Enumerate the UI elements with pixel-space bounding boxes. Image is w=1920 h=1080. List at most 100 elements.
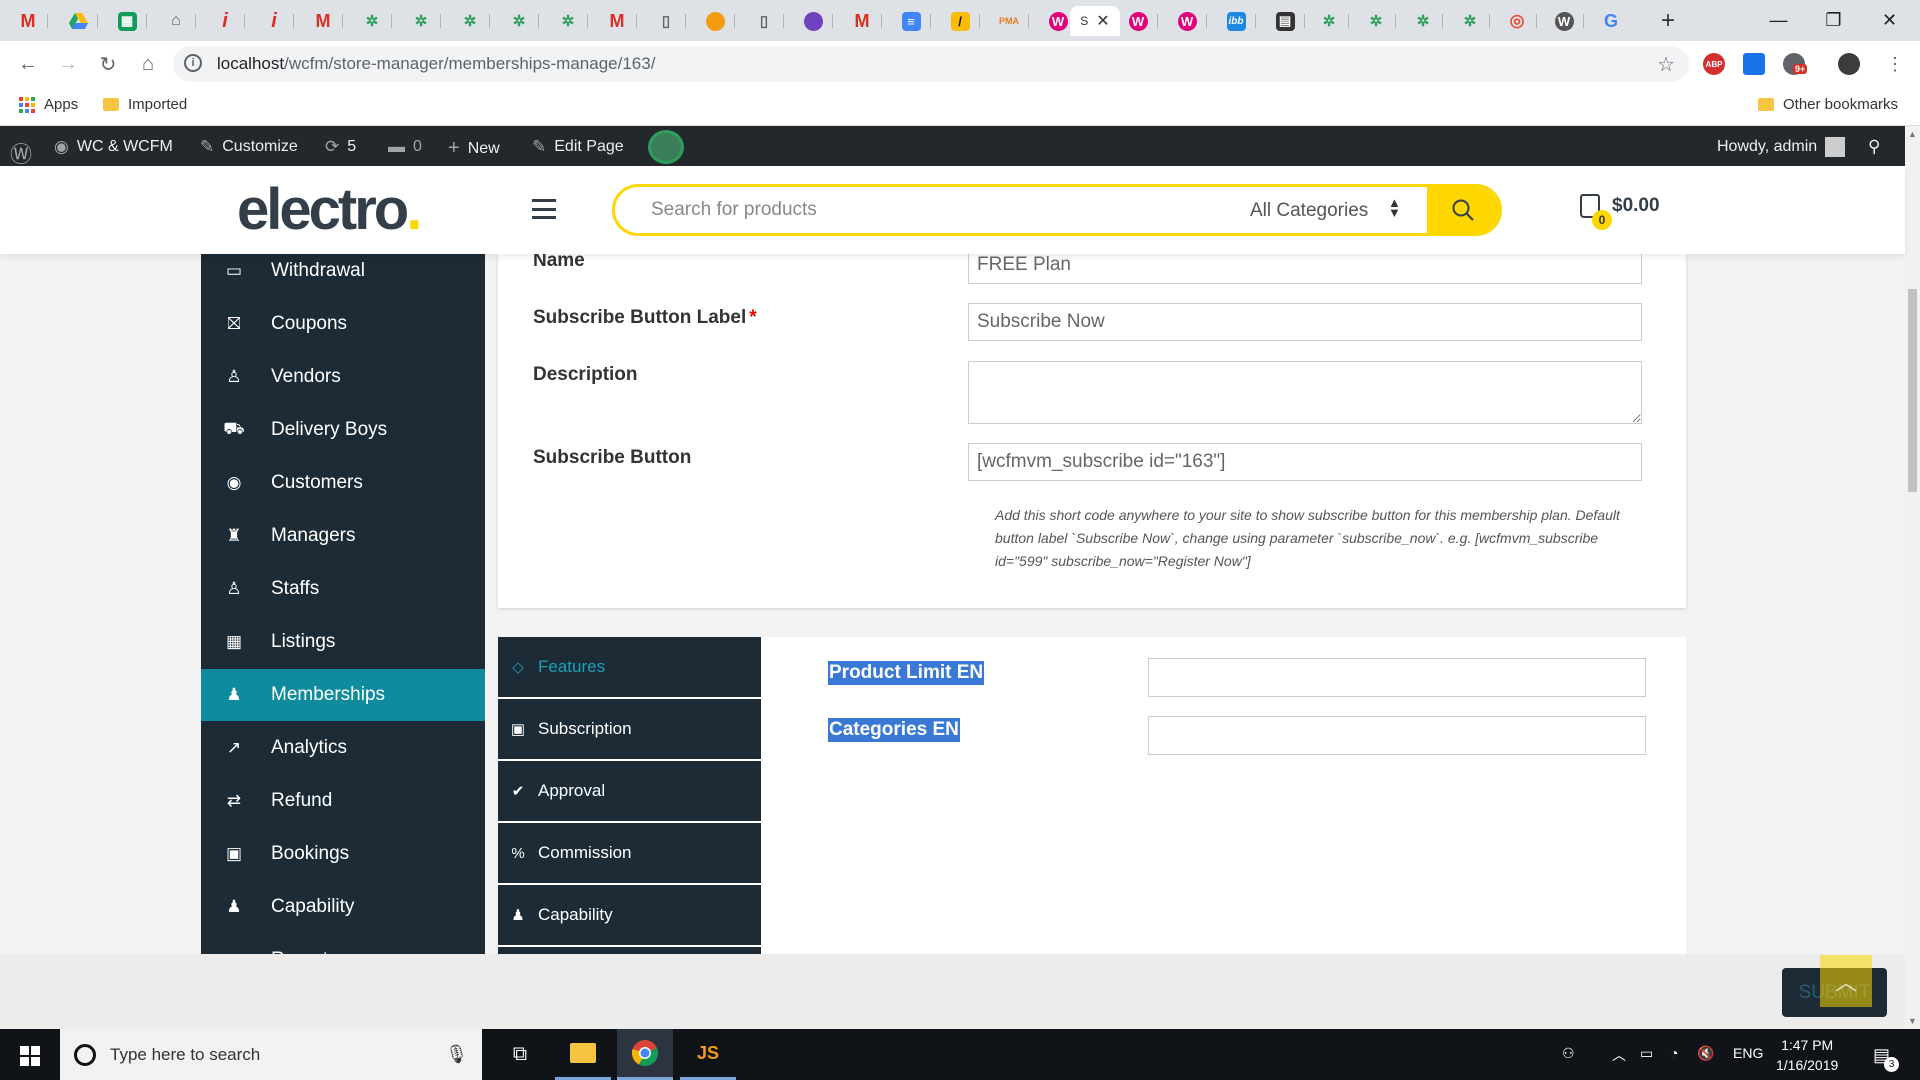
restore-button[interactable]: ❐: [1810, 0, 1857, 41]
bookmark-apps[interactable]: Apps: [19, 96, 78, 113]
wp-logo-button[interactable]: Ⓦ: [10, 137, 32, 169]
category-select[interactable]: All Categories: [1250, 200, 1368, 222]
page-scrollbar[interactable]: ▲ ▼: [1905, 126, 1920, 1029]
tab-gmail-3[interactable]: M: [597, 6, 637, 36]
tab-commission[interactable]: % Commission: [498, 823, 761, 884]
tab-document-2[interactable]: ▯: [744, 6, 784, 36]
tray-chevron-up-icon[interactable]: ︿: [1612, 1045, 1626, 1065]
hamburger-menu-icon[interactable]: [532, 199, 556, 219]
sidebar-item-managers[interactable]: ♜ Managers: [201, 510, 485, 562]
tab-pma[interactable]: PMA: [989, 6, 1029, 36]
description-textarea[interactable]: [968, 361, 1642, 424]
tab-wcfm-3[interactable]: ✲: [450, 6, 490, 36]
sidebar-item-coupons[interactable]: ⛝ Coupons: [201, 298, 485, 350]
tab-swirl[interactable]: ◎: [1497, 6, 1537, 36]
search-button[interactable]: [1427, 187, 1499, 233]
url-text[interactable]: localhost/wcfm/store-manager/memberships…: [217, 54, 655, 74]
sidebar-item-customers[interactable]: ◉ Customers: [201, 457, 485, 509]
tab-info-1[interactable]: i: [205, 6, 245, 36]
task-view-button[interactable]: ⧉: [492, 1029, 548, 1080]
sidebar-item-analytics[interactable]: ↗ Analytics: [201, 722, 485, 774]
clock[interactable]: 1:47 PM 1/16/2019: [1776, 1035, 1838, 1075]
people-icon[interactable]: ⚇: [1562, 1045, 1575, 1062]
sidebar-item-staffs[interactable]: ♙ Staffs: [201, 563, 485, 615]
scrollbar-thumb[interactable]: [1908, 289, 1917, 492]
subscribe-button-label-field[interactable]: [968, 303, 1642, 341]
tab-film[interactable]: ▤: [1265, 6, 1305, 36]
wifi-icon[interactable]: ◔: [1670, 1045, 1678, 1061]
product-limit-field[interactable]: [1148, 658, 1646, 697]
sidebar-item-delivery-boys[interactable]: ⛟ Delivery Boys: [201, 404, 485, 456]
tab-woo-3[interactable]: W: [1167, 6, 1207, 36]
scroll-to-top-button[interactable]: ︿: [1820, 955, 1872, 1007]
wp-comments[interactable]: ▬ 0: [388, 137, 422, 157]
sidebar-item-vendors[interactable]: ♙ Vendors: [201, 351, 485, 403]
chrome-menu-button[interactable]: ⋮: [1880, 49, 1910, 79]
scroll-down-arrow-icon[interactable]: ▼: [1908, 1016, 1917, 1026]
tab-inbox[interactable]: ⌂: [156, 6, 196, 36]
microphone-icon[interactable]: 🎙: [445, 1044, 468, 1065]
tab-more[interactable]: [498, 947, 761, 954]
tab-wcfm-6[interactable]: ✲: [1309, 6, 1349, 36]
tab-sheets[interactable]: ▦: [107, 6, 147, 36]
profile-avatar[interactable]: [1838, 53, 1860, 75]
address-bar[interactable]: i localhost/wcfm/store-manager/membershi…: [173, 46, 1689, 82]
wp-edit-page[interactable]: ✎ Edit Page: [532, 137, 624, 157]
tab-wcfm-5[interactable]: ✲: [548, 6, 588, 36]
tab-wcfm-9[interactable]: ✲: [1450, 6, 1490, 36]
tab-colorwheel[interactable]: [793, 6, 833, 36]
windows-start-icon[interactable]: [20, 1046, 40, 1066]
wp-new[interactable]: + New: [448, 137, 500, 160]
close-tab-icon[interactable]: ✕: [1096, 11, 1109, 31]
wp-customize[interactable]: ✎ Customize: [200, 137, 298, 157]
tab-subscription[interactable]: ▣ Subscription: [498, 699, 761, 760]
close-window-button[interactable]: ✕: [1866, 0, 1913, 41]
sidebar-item-withdrawal[interactable]: ▭ Withdrawal: [201, 254, 485, 297]
wp-search[interactable]: ⚲: [1868, 137, 1880, 157]
taskbar-search[interactable]: Type here to search 🎙: [60, 1029, 482, 1080]
back-button[interactable]: ←: [13, 49, 43, 79]
name-field[interactable]: [968, 254, 1642, 284]
new-tab-button[interactable]: +: [1648, 6, 1688, 36]
product-search-input[interactable]: [651, 199, 1211, 221]
forward-button[interactable]: →: [53, 49, 83, 79]
tab-google[interactable]: G: [1591, 6, 1631, 36]
scroll-up-arrow-icon[interactable]: ▲: [1908, 129, 1917, 139]
categories-field[interactable]: [1148, 716, 1646, 755]
tab-capability[interactable]: ♟ Capability: [498, 885, 761, 946]
bookmark-imported[interactable]: Imported: [103, 96, 187, 113]
tab-ibb[interactable]: ibb: [1216, 6, 1256, 36]
tab-docs[interactable]: ≡: [891, 6, 931, 36]
volume-muted-icon[interactable]: 🔇: [1697, 1045, 1714, 1062]
tab-wcfm-4[interactable]: ✲: [499, 6, 539, 36]
action-center-button[interactable]: ▤ 3: [1873, 1045, 1899, 1072]
tab-gmail-4[interactable]: M: [842, 6, 882, 36]
sidebar-item-bookings[interactable]: ▣ Bookings: [201, 828, 485, 880]
language-indicator[interactable]: ENG: [1733, 1045, 1763, 1061]
tab-wcfm-8[interactable]: ✲: [1403, 6, 1443, 36]
sidebar-item-capability[interactable]: ♟ Capability: [201, 881, 485, 933]
tab-woo-2[interactable]: W: [1118, 6, 1158, 36]
tab-document[interactable]: ▯: [646, 6, 686, 36]
info-icon[interactable]: i: [184, 54, 202, 72]
wp-site-name[interactable]: ◉ WC & WCFM: [54, 137, 173, 157]
tab-orange[interactable]: [695, 6, 735, 36]
adblock-extension-button[interactable]: ABP: [1703, 53, 1725, 75]
sidebar-item-reports[interactable]: ◕Reports: [201, 934, 485, 954]
subscribe-shortcode-field[interactable]: [968, 443, 1642, 481]
bookmark-other[interactable]: Other bookmarks: [1758, 96, 1898, 113]
tab-active[interactable]: S ✕: [1070, 6, 1120, 36]
sidebar-item-memberships[interactable]: ♟ Memberships: [201, 669, 485, 721]
minimize-button[interactable]: —: [1755, 0, 1802, 41]
wp-account[interactable]: Howdy, admin: [1717, 137, 1846, 157]
wp-plugin-badge[interactable]: [648, 130, 684, 164]
tab-wcfm-1[interactable]: ✲: [352, 6, 392, 36]
sidebar-item-listings[interactable]: ▦ Listings: [201, 616, 485, 668]
site-logo[interactable]: electro.: [237, 176, 422, 243]
wp-updates[interactable]: ⟳ 5: [325, 137, 356, 157]
tab-info-2[interactable]: i: [254, 6, 294, 36]
tab-approval[interactable]: ✔ Approval: [498, 761, 761, 822]
tab-wcfm-2[interactable]: ✲: [401, 6, 441, 36]
tab-drive[interactable]: [58, 6, 98, 36]
tab-wordpress[interactable]: W: [1544, 6, 1584, 36]
